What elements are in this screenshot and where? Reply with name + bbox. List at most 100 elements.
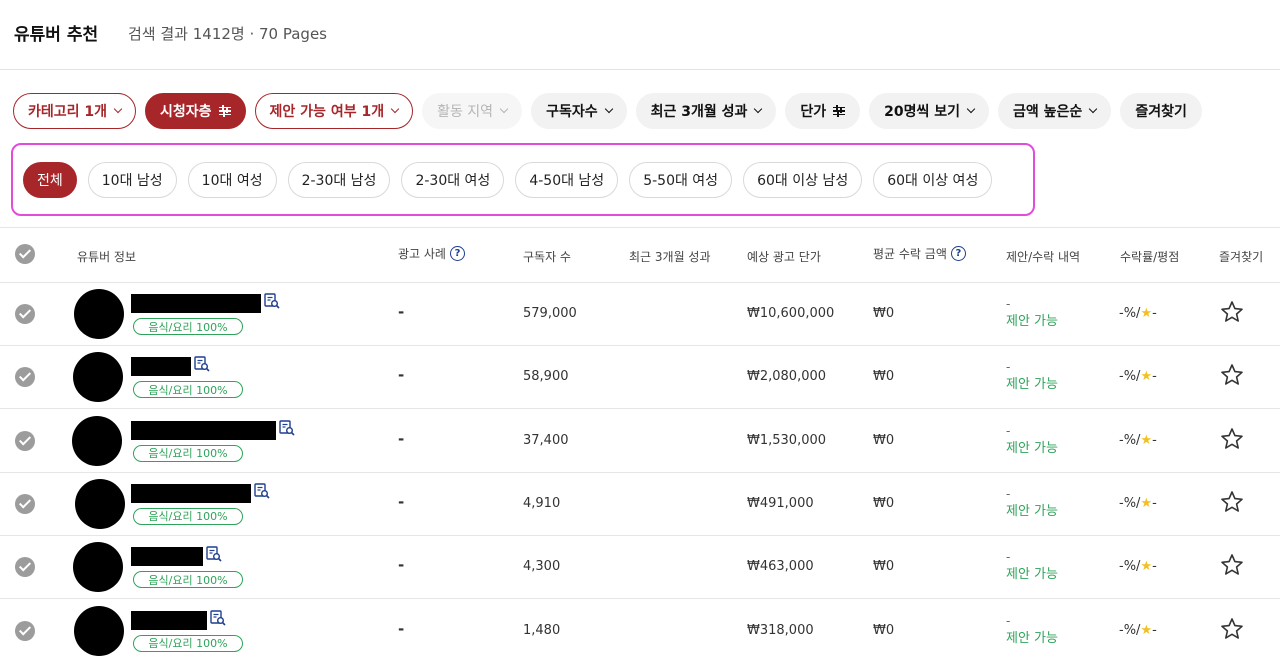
filter-label: 구독자수 — [546, 101, 598, 121]
age-chip-8[interactable]: 60대 이상 여성 — [873, 162, 992, 198]
favorite-star-icon[interactable] — [1220, 617, 1244, 641]
help-icon[interactable]: ? — [951, 246, 966, 261]
table-row[interactable]: 음식/요리 100%-37,400₩1,530,000₩0-제안 가능-%/★- — [0, 410, 1280, 473]
ad-price-value: ₩463,000 — [747, 559, 814, 574]
filter-button-1[interactable]: 시청자층 — [145, 93, 246, 129]
subscribers-value: 37,400 — [523, 433, 569, 448]
ad-price-value: ₩2,080,000 — [747, 369, 826, 384]
proposal-status: -제안 가능 — [1006, 548, 1058, 584]
avg-accept-value: ₩0 — [873, 623, 894, 638]
redacted-channel-name[interactable] — [131, 484, 251, 503]
favorite-star-icon[interactable] — [1220, 427, 1244, 451]
row-checkbox[interactable] — [15, 431, 35, 451]
filter-button-0[interactable]: 카테고리 1개 — [13, 93, 136, 129]
proposal-status: -제안 가능 — [1006, 295, 1058, 331]
filter-label: 시청자층 — [160, 101, 212, 121]
page-title: 유튜버 추천 — [14, 20, 98, 45]
redacted-channel-name[interactable] — [131, 611, 207, 630]
redacted-channel-name[interactable] — [131, 294, 261, 313]
table-row[interactable]: 음식/요리 100%-1,480₩318,000₩0-제안 가능-%/★- — [0, 600, 1280, 660]
ad-cases-value: - — [398, 303, 404, 321]
channel-detail-icon[interactable] — [264, 293, 280, 309]
subscribers-value: 58,900 — [523, 369, 569, 384]
channel-detail-icon[interactable] — [279, 420, 295, 436]
filter-label: 제안 가능 여부 1개 — [270, 101, 385, 121]
filter-button-4[interactable]: 구독자수 — [531, 93, 627, 129]
channel-detail-icon[interactable] — [254, 483, 270, 499]
row-checkbox[interactable] — [15, 494, 35, 514]
table-row[interactable]: 음식/요리 100%-4,300₩463,000₩0-제안 가능-%/★- — [0, 536, 1280, 599]
accept-rate-rating: -%/★- — [1119, 306, 1157, 321]
category-tag: 음식/요리 100% — [133, 318, 243, 335]
ad-price-value: ₩318,000 — [747, 623, 814, 638]
filter-button-8[interactable]: 금액 높은순 — [998, 93, 1111, 129]
subscribers-value: 579,000 — [523, 306, 577, 321]
table-row[interactable]: 음식/요리 100%-4,910₩491,000₩0-제안 가능-%/★- — [0, 473, 1280, 536]
filter-button-3[interactable]: 활동 지역 — [422, 93, 522, 129]
redacted-channel-name[interactable] — [131, 357, 191, 376]
age-chip-4[interactable]: 2-30대 여성 — [401, 162, 504, 198]
favorite-star-icon[interactable] — [1220, 490, 1244, 514]
select-all-checkbox[interactable] — [15, 244, 35, 264]
row-checkbox[interactable] — [15, 304, 35, 324]
filter-label: 활동 지역 — [437, 101, 493, 121]
row-checkbox[interactable] — [15, 367, 35, 387]
proposal-history-value: - — [1006, 295, 1058, 313]
redacted-channel-name[interactable] — [131, 421, 276, 440]
table-row[interactable]: 음식/요리 100%-579,000₩10,600,000₩0-제안 가능-%/… — [0, 283, 1280, 346]
age-chip-6[interactable]: 5-50대 여성 — [629, 162, 732, 198]
table-header: 유튜버 정보 광고 사례 ? 구독자 수 최근 3개월 성과 예상 광고 단가 … — [0, 227, 1280, 283]
help-icon[interactable]: ? — [450, 246, 465, 261]
header-ad-price: 예상 광고 단가 — [747, 248, 821, 265]
table-row[interactable]: 음식/요리 100%-58,900₩2,080,000₩0-제안 가능-%/★- — [0, 346, 1280, 409]
rating-value: - — [1152, 496, 1157, 511]
filter-button-7[interactable]: 20명씩 보기 — [869, 93, 989, 129]
ad-price-value: ₩10,600,000 — [747, 306, 834, 321]
filter-bar: 카테고리 1개 시청자층 제안 가능 여부 1개 활동 지역 구독자수 최근 3개월 성과… — [13, 93, 1202, 129]
accept-rate-rating: -%/★- — [1119, 496, 1157, 511]
channel-detail-icon[interactable] — [210, 610, 226, 626]
rating-star-icon: ★ — [1140, 623, 1152, 638]
filter-label: 단가 — [800, 101, 826, 121]
channel-detail-icon[interactable] — [206, 546, 222, 562]
age-chip-1[interactable]: 10대 남성 — [88, 162, 177, 198]
header-youtuber-info: 유튜버 정보 — [77, 248, 136, 265]
filter-button-6[interactable]: 단가 — [785, 93, 860, 129]
accept-rate-value: -%/ — [1119, 559, 1140, 574]
age-chip-0[interactable]: 전체 — [23, 162, 77, 198]
accept-rate-value: -%/ — [1119, 306, 1140, 321]
age-chip-5[interactable]: 4-50대 남성 — [515, 162, 618, 198]
filter-button-9[interactable]: 즐겨찾기 — [1120, 93, 1202, 129]
ad-cases-value: - — [398, 430, 404, 448]
rating-star-icon: ★ — [1140, 496, 1152, 511]
category-tag: 음식/요리 100% — [133, 635, 243, 652]
row-checkbox[interactable] — [15, 621, 35, 641]
filter-label: 즐겨찾기 — [1135, 101, 1187, 121]
proposal-status: -제안 가능 — [1006, 422, 1058, 458]
ad-price-value: ₩1,530,000 — [747, 433, 826, 448]
favorite-star-icon[interactable] — [1220, 300, 1244, 324]
rating-value: - — [1152, 623, 1157, 638]
row-checkbox[interactable] — [15, 557, 35, 577]
age-chip-2[interactable]: 10대 여성 — [188, 162, 277, 198]
ad-cases-value: - — [398, 620, 404, 638]
favorite-star-icon[interactable] — [1220, 553, 1244, 577]
filter-button-5[interactable]: 최근 3개월 성과 — [636, 93, 777, 129]
header-ad-cases-label: 광고 사례 — [398, 245, 446, 262]
favorite-star-icon[interactable] — [1220, 363, 1244, 387]
header-proposal-history: 제안/수락 내역 — [1006, 248, 1080, 265]
age-chip-3[interactable]: 2-30대 남성 — [288, 162, 391, 198]
channel-detail-icon[interactable] — [194, 356, 210, 372]
proposal-available-label: 제안 가능 — [1006, 630, 1058, 648]
rating-star-icon: ★ — [1140, 433, 1152, 448]
filter-button-2[interactable]: 제안 가능 여부 1개 — [255, 93, 414, 129]
redacted-channel-name[interactable] — [131, 547, 203, 566]
chevron-down-icon — [1089, 105, 1097, 113]
age-chip-7[interactable]: 60대 이상 남성 — [743, 162, 862, 198]
avatar — [74, 606, 124, 656]
chevron-down-icon — [967, 105, 975, 113]
rating-value: - — [1152, 433, 1157, 448]
proposal-available-label: 제안 가능 — [1006, 376, 1058, 394]
header-favorite: 즐겨찾기 — [1219, 248, 1263, 265]
ad-cases-value: - — [398, 366, 404, 384]
